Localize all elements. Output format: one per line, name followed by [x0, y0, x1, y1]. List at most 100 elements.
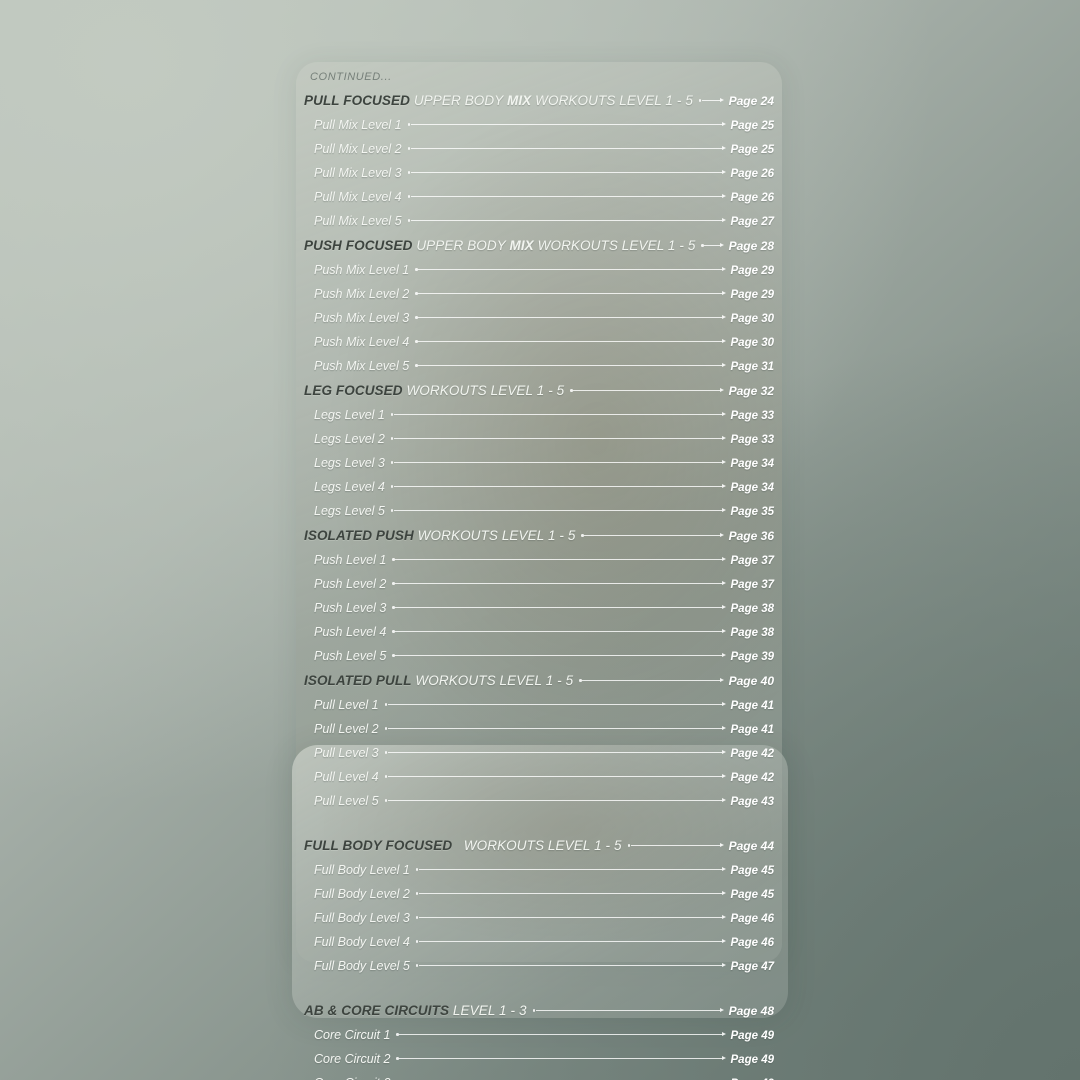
toc-entry[interactable]: Full Body Level 3 Page 46 [304, 911, 774, 925]
leader-line-stroke [704, 245, 720, 246]
toc-section-list: PULL FOCUSED UPPER BODY MIX WORKOUTS LEV… [304, 93, 774, 1080]
toc-entry[interactable]: Push Mix Level 3 Page 30 [304, 311, 774, 325]
toc-entry[interactable]: Push Level 1 Page 37 [304, 553, 774, 567]
toc-section-header[interactable]: PUSH FOCUSED UPPER BODY MIX WORKOUTS LEV… [304, 238, 774, 253]
toc-section-header-label: PULL FOCUSED UPPER BODY MIX WORKOUTS LEV… [304, 93, 693, 108]
toc-entry[interactable]: Push Level 4 Page 38 [304, 625, 774, 639]
toc-page-number: Page 49 [730, 1054, 774, 1066]
leader-line-stroke [393, 414, 722, 415]
toc-entry[interactable]: Core Circuit 1 Page 49 [304, 1028, 774, 1042]
leader-line-stroke [701, 100, 720, 101]
toc-page-number: Page 30 [730, 337, 774, 349]
leader-line [392, 605, 726, 609]
leader-line [701, 243, 724, 247]
toc-entry[interactable]: Pull Mix Level 1 Page 25 [304, 118, 774, 132]
toc-page-number: Page 29 [730, 289, 774, 301]
leader-line [384, 774, 726, 778]
toc-page-number: Page 27 [730, 216, 774, 228]
toc-entry[interactable]: Full Body Level 4 Page 46 [304, 935, 774, 949]
toc-page-number: Page 49 [730, 1030, 774, 1042]
toc-entry[interactable]: Pull Level 1 Page 41 [304, 698, 774, 712]
toc-entry[interactable]: Push Mix Level 5 Page 31 [304, 359, 774, 373]
toc-entry[interactable]: Pull Mix Level 4 Page 26 [304, 190, 774, 204]
toc-entry[interactable]: Pull Mix Level 2 Page 25 [304, 142, 774, 156]
toc-entry-label: Push Mix Level 4 [314, 335, 410, 349]
toc-entry[interactable]: Core Circuit 3Page 49 [304, 1076, 774, 1080]
toc-entry[interactable]: Push Mix Level 1 Page 29 [304, 263, 774, 277]
toc-entry-label: Legs Level 2 [314, 432, 385, 446]
toc-section-header[interactable]: ISOLATED PULL WORKOUTS LEVEL 1 - 5 Page 4… [304, 673, 774, 688]
toc-page-number: Page 41 [730, 700, 774, 712]
toc-page-number: Page 44 [728, 839, 774, 853]
toc-entry[interactable]: Push Level 3 Page 38 [304, 601, 774, 615]
toc-entry-label: Pull Level 2 [314, 722, 379, 736]
toc-section-header-label: LEG FOCUSED WORKOUTS LEVEL 1 - 5 [304, 383, 564, 398]
toc-section: ISOLATED PULL WORKOUTS LEVEL 1 - 5 Page 4… [304, 673, 774, 808]
toc-entry-label: Legs Level 4 [314, 480, 385, 494]
toc-page-number: Page 48 [728, 1004, 774, 1018]
toc-section-header[interactable]: PULL FOCUSED UPPER BODY MIX WORKOUTS LEV… [304, 93, 774, 108]
leader-line-stroke [410, 172, 722, 173]
leader-line-stroke [395, 559, 722, 560]
toc-subtitle-part: WORKOUTS LEVEL 1 - 5 [417, 528, 576, 543]
leader-line-stroke [418, 341, 722, 342]
toc-subtitle-part: WORKOUTS LEVEL 1 - 5 [456, 838, 622, 853]
leader-line [415, 339, 726, 343]
toc-section: LEG FOCUSED WORKOUTS LEVEL 1 - 5 Page 32 L… [304, 383, 774, 518]
leader-line [407, 218, 726, 222]
toc-entry-label: Full Body Level 1 [314, 863, 410, 877]
toc-entry[interactable]: Legs Level 2 Page 33 [304, 432, 774, 446]
toc-section-subtitle: UPPER BODY MIX WORKOUTS LEVEL 1 - 5 [416, 238, 695, 253]
toc-section-header[interactable]: FULL BODY FOCUSED WORKOUTS LEVEL 1 - 5 Pa… [304, 838, 774, 853]
leader-line [415, 939, 726, 943]
toc-section: ISOLATED PUSH WORKOUTS LEVEL 1 - 5 Page 3… [304, 528, 774, 663]
toc-page-number: Page 47 [730, 961, 774, 973]
toc-section: FULL BODY FOCUSED WORKOUTS LEVEL 1 - 5 Pa… [304, 838, 774, 973]
toc-subtitle-emphasis: MIX [506, 93, 532, 108]
leader-line-stroke [418, 869, 722, 870]
toc-entry[interactable]: Full Body Level 2 Page 45 [304, 887, 774, 901]
toc-entry[interactable]: Legs Level 5 Page 35 [304, 504, 774, 518]
leader-line [407, 194, 726, 198]
toc-entry-label: Push Mix Level 2 [314, 287, 410, 301]
toc-entry[interactable]: Push Mix Level 2 Page 29 [304, 287, 774, 301]
toc-entry-label: Pull Level 5 [314, 794, 379, 808]
leader-line-stroke [387, 704, 722, 705]
leader-line [384, 702, 726, 706]
toc-section-header[interactable]: LEG FOCUSED WORKOUTS LEVEL 1 - 5 Page 32 [304, 383, 774, 398]
toc-page-number: Page 35 [730, 506, 774, 518]
toc-entry[interactable]: Legs Level 3 Page 34 [304, 456, 774, 470]
toc-entry-label: Core Circuit 1 [314, 1028, 391, 1042]
toc-entry[interactable]: Pull Level 3 Page 42 [304, 746, 774, 760]
leader-line-stroke [418, 941, 722, 942]
toc-section-header[interactable]: AB & CORE CIRCUITS LEVEL 1 - 3 Page 48 [304, 1003, 774, 1018]
toc-page-number: Page 46 [730, 913, 774, 925]
leader-line [392, 653, 726, 657]
toc-entry[interactable]: Full Body Level 1 Page 45 [304, 863, 774, 877]
toc-section-title: LEG FOCUSED [304, 383, 403, 398]
toc-subtitle-part: WORKOUTS LEVEL 1 - 5 [533, 238, 696, 253]
toc-entry[interactable]: Core Circuit 2 Page 49 [304, 1052, 774, 1066]
toc-entry[interactable]: Pull Mix Level 3 Page 26 [304, 166, 774, 180]
toc-entry[interactable]: Push Level 2 Page 37 [304, 577, 774, 591]
toc-entry[interactable]: Pull Level 5 Page 43 [304, 794, 774, 808]
toc-entry[interactable]: Pull Level 4 Page 42 [304, 770, 774, 784]
toc-page-number: Page 31 [730, 361, 774, 373]
toc-subtitle-emphasis: MIX [509, 238, 534, 253]
leader-line-stroke [410, 196, 722, 197]
toc-entry[interactable]: Push Level 5 Page 39 [304, 649, 774, 663]
toc-entry-label: Pull Mix Level 2 [314, 142, 402, 156]
leader-line-stroke [395, 631, 722, 632]
toc-entry[interactable]: Push Mix Level 4 Page 30 [304, 335, 774, 349]
toc-section-header[interactable]: ISOLATED PUSH WORKOUTS LEVEL 1 - 5 Page 3… [304, 528, 774, 543]
leader-line [384, 798, 726, 802]
toc-entry[interactable]: Pull Level 2 Page 41 [304, 722, 774, 736]
toc-entry-label: Pull Mix Level 5 [314, 214, 402, 228]
leader-line [390, 484, 726, 488]
toc-entry[interactable]: Legs Level 4 Page 34 [304, 480, 774, 494]
toc-entry[interactable]: Full Body Level 5 Page 47 [304, 959, 774, 973]
toc-entry[interactable]: Legs Level 1 Page 33 [304, 408, 774, 422]
leader-line-stroke [573, 390, 720, 391]
leader-line [581, 533, 724, 537]
toc-entry[interactable]: Pull Mix Level 5 Page 27 [304, 214, 774, 228]
